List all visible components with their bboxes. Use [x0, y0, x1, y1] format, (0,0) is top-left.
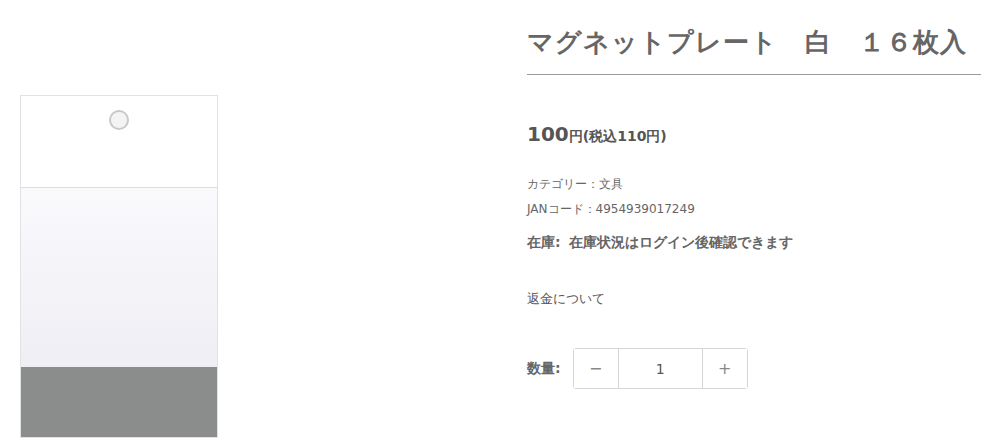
increment-button[interactable]: +	[703, 349, 747, 388]
product-photo	[20, 95, 218, 438]
package-body	[21, 188, 217, 367]
quantity-row: 数量:−1+	[527, 348, 981, 389]
decrement-button[interactable]: −	[574, 349, 618, 388]
hang-hole	[109, 110, 129, 130]
price: 100円(税込110円)	[527, 121, 981, 149]
stock-value: 在庫状況はログイン後確認できます	[569, 232, 793, 252]
quantity-input[interactable]: 1	[618, 349, 703, 388]
meta-line: JANコード：4954939017249	[527, 200, 981, 218]
stock-label: 在庫:	[527, 232, 561, 252]
package-footer	[21, 367, 217, 437]
details-column: マグネットプレート 白 １６枚入 100円(税込110円) カテゴリー：文具 JANコ…	[527, 0, 981, 438]
title-divider	[527, 74, 981, 75]
product-page: マグネットプレート 白 １６枚入 100円(税込110円) カテゴリー：文具 JANコ…	[0, 0, 981, 438]
package-header	[21, 96, 217, 188]
price-amount: 100	[527, 122, 569, 146]
image-column	[0, 0, 527, 438]
refund-link[interactable]: 返金について	[527, 289, 981, 309]
quantity-label: 数量:	[527, 360, 561, 378]
product-title: マグネットプレート 白 １６枚入	[527, 24, 981, 60]
stock-row: 在庫: 在庫状況はログイン後確認できます	[527, 232, 981, 252]
quantity-stepper: −1+	[573, 348, 748, 389]
meta-line: カテゴリー：文具	[527, 175, 981, 193]
price-tax: 円(税込110円)	[569, 128, 667, 144]
